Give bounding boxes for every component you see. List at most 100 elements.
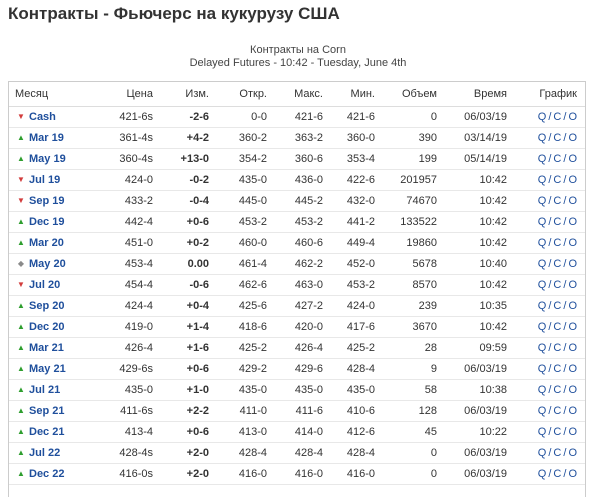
price-cell: 454-4 — [93, 274, 159, 296]
table-row: ▲ Mar 19 361-4s +4-2 360-2 363-2 360-0 390 03/14… — [9, 127, 585, 149]
month-link[interactable]: Dec 21 — [29, 426, 64, 438]
col-header-month[interactable]: Месяц — [9, 82, 93, 107]
month-link[interactable]: Sep 20 — [29, 300, 64, 312]
change-cell: +1-0 — [159, 379, 215, 401]
change-cell: +1-6 — [159, 337, 215, 359]
options-link[interactable]: O — [568, 405, 577, 417]
change-cell: +0-6 — [159, 421, 215, 443]
open-cell: 460-0 — [215, 232, 273, 254]
col-header-high[interactable]: Макс. — [273, 82, 329, 107]
col-header-low[interactable]: Мин. — [329, 82, 381, 107]
change-cell: +13-0 — [159, 148, 215, 170]
options-link[interactable]: O — [568, 321, 577, 333]
month-link[interactable]: May 19 — [29, 153, 66, 165]
high-cell: 427-2 — [273, 295, 329, 317]
low-cell: 353-4 — [329, 148, 381, 170]
open-cell: 461-4 — [215, 253, 273, 275]
month-link[interactable]: Dec 20 — [29, 321, 64, 333]
chart-links-cell: Q / C / O — [513, 400, 585, 422]
month-link[interactable]: Mar 21 — [29, 342, 64, 354]
month-cell: ▼ Cash — [9, 106, 93, 128]
low-cell: 435-0 — [329, 379, 381, 401]
options-link[interactable]: O — [568, 237, 577, 249]
options-link[interactable]: O — [568, 174, 577, 186]
month-link[interactable]: Dec 19 — [29, 216, 64, 228]
col-header-change[interactable]: Изм. — [159, 82, 215, 107]
high-cell: 360-6 — [273, 148, 329, 170]
time-cell: 10:42 — [443, 232, 513, 254]
options-link[interactable]: O — [568, 216, 577, 228]
low-cell: 449-4 — [329, 232, 381, 254]
month-link[interactable]: Mar 19 — [29, 132, 64, 144]
chart-links-cell: Q / C / O — [513, 379, 585, 401]
options-link[interactable]: O — [568, 195, 577, 207]
month-cell: ▼ Jul 19 — [9, 169, 93, 191]
chart-links-cell: Q / C / O — [513, 337, 585, 359]
volume-cell: 390 — [381, 127, 443, 149]
high-cell: 426-4 — [273, 337, 329, 359]
month-link[interactable]: Jul 22 — [29, 447, 60, 459]
month-link[interactable]: May 20 — [29, 258, 66, 270]
header-row: Месяц Цена Изм. Откр. Макс. Мин. Объем В… — [9, 82, 585, 107]
quotes-table-container: Месяц Цена Изм. Откр. Макс. Мин. Объем В… — [8, 81, 586, 497]
volume-cell: 201957 — [381, 169, 443, 191]
arrow-up-icon: ▲ — [17, 133, 25, 142]
high-cell: 414-0 — [273, 421, 329, 443]
open-cell: 416-0 — [215, 463, 273, 485]
volume-cell: 58 — [381, 379, 443, 401]
col-header-open[interactable]: Откр. — [215, 82, 273, 107]
options-link[interactable]: O — [568, 258, 577, 270]
time-cell: 10:42 — [443, 316, 513, 338]
month-cell: ▲ May 19 — [9, 148, 93, 170]
month-link[interactable]: Jul 20 — [29, 279, 60, 291]
open-cell: 418-6 — [215, 316, 273, 338]
chart-links-cell: Q / C / O — [513, 358, 585, 380]
options-link[interactable]: O — [568, 426, 577, 438]
change-cell: +0-4 — [159, 295, 215, 317]
month-link[interactable]: Jul 21 — [29, 384, 60, 396]
options-link[interactable]: O — [568, 153, 577, 165]
col-header-time[interactable]: Время — [443, 82, 513, 107]
table-row: ▲ Sep 21 411-6s +2-2 411-0 411-6 410-6 128 06/03… — [9, 400, 585, 422]
arrow-down-icon: ▼ — [17, 175, 25, 184]
open-cell: 354-2 — [215, 148, 273, 170]
chart-links-cell: Q / C / O — [513, 295, 585, 317]
time-cell: 06/03/19 — [443, 463, 513, 485]
col-header-volume[interactable]: Объем — [381, 82, 443, 107]
col-header-price[interactable]: Цена — [93, 82, 159, 107]
options-link[interactable]: O — [568, 279, 577, 291]
options-link[interactable]: O — [568, 132, 577, 144]
arrow-up-icon: ▲ — [17, 322, 25, 331]
volume-cell: 0 — [381, 442, 443, 464]
month-link[interactable]: Dec 22 — [29, 468, 64, 480]
high-cell: 453-2 — [273, 211, 329, 233]
time-cell: 06/03/19 — [443, 358, 513, 380]
price-cell: 411-6s — [93, 400, 159, 422]
high-cell: 420-0 — [273, 316, 329, 338]
chart-links-cell: Q / C / O — [513, 190, 585, 212]
chart-links-cell: Q / C / O — [513, 127, 585, 149]
options-link[interactable]: O — [568, 342, 577, 354]
options-link[interactable]: O — [568, 468, 577, 480]
month-link[interactable]: Sep 19 — [29, 195, 64, 207]
month-link[interactable]: Cash — [29, 111, 56, 123]
options-link[interactable]: O — [568, 363, 577, 375]
month-cell: ▲ Sep 21 — [9, 400, 93, 422]
month-link[interactable]: Jul 19 — [29, 174, 60, 186]
low-cell: 432-0 — [329, 190, 381, 212]
month-cell: ▲ Jul 21 — [9, 379, 93, 401]
month-link[interactable]: Mar 20 — [29, 237, 64, 249]
month-link[interactable]: May 21 — [29, 363, 66, 375]
time-cell: 10:42 — [443, 190, 513, 212]
options-link[interactable]: O — [568, 111, 577, 123]
time-cell: 10:42 — [443, 211, 513, 233]
quotes-table-body: ▼ Cash 421-6s -2-6 0-0 421-6 421-6 0 06/03/19 Q / C… — [9, 106, 585, 485]
low-cell: 412-6 — [329, 421, 381, 443]
table-row: ▼ Sep 19 433-2 -0-4 445-0 445-2 432-0 74670 10:4… — [9, 190, 585, 212]
table-row: ▲ Mar 21 426-4 +1-6 425-2 426-4 425-2 28 09:59 Q /… — [9, 337, 585, 359]
col-header-chart: График — [513, 82, 585, 107]
options-link[interactable]: O — [568, 300, 577, 312]
options-link[interactable]: O — [568, 447, 577, 459]
options-link[interactable]: O — [568, 384, 577, 396]
month-link[interactable]: Sep 21 — [29, 405, 64, 417]
